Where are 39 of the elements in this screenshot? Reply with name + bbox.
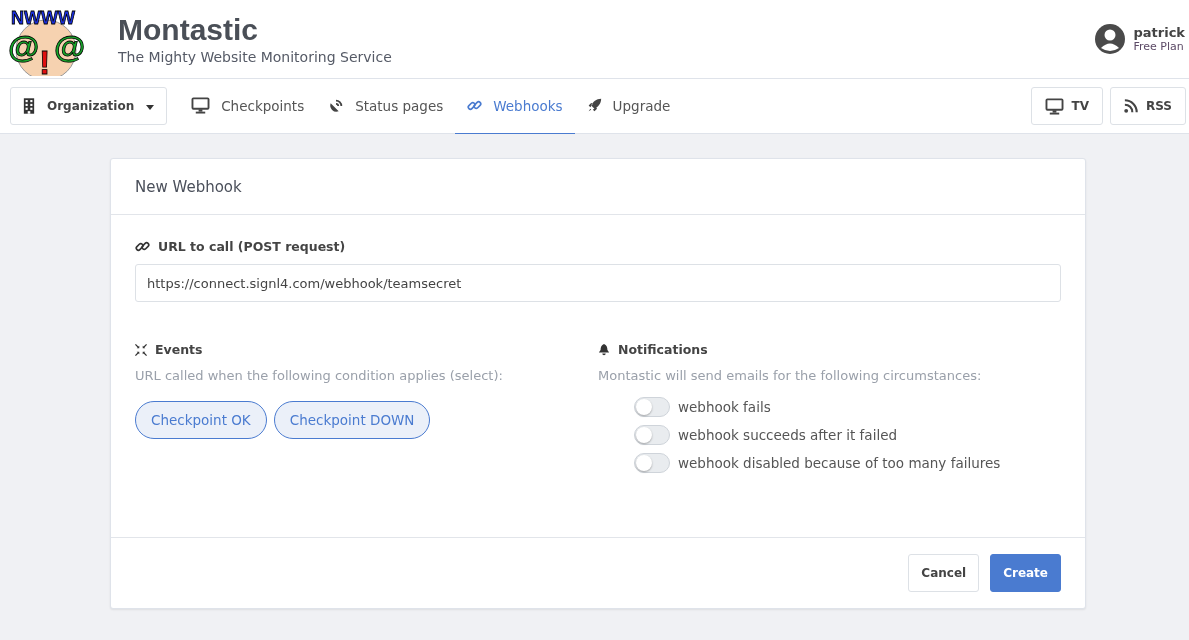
url-input-field[interactable]: https://connect.signl4.com/webhook/teamsecret [135, 264, 1061, 302]
satellite-dish-icon [328, 97, 345, 114]
event-option-button[interactable]: Checkpoint OK [135, 401, 267, 439]
nav-tab[interactable]: Webhooks [455, 87, 575, 134]
app-subtitle: The Mighty Website Monitoring Service [118, 49, 392, 65]
nav-tab[interactable]: Checkpoints [179, 87, 317, 134]
tv-button[interactable]: TV [1030, 87, 1103, 125]
rss-button[interactable]: RSS [1110, 87, 1186, 125]
toggle-switch[interactable] [634, 453, 670, 473]
toggle-switch[interactable] [634, 425, 670, 445]
avatar-icon[interactable] [1095, 24, 1126, 54]
organization-dropdown[interactable]: Organization [10, 87, 168, 125]
toggle-label: webhook succeeds after it failed [678, 427, 897, 443]
create-button[interactable]: Create [990, 554, 1061, 592]
user-name: patrick [1133, 25, 1185, 40]
monitor-icon [191, 97, 211, 114]
section-title: Events [155, 342, 203, 357]
rocket-icon [586, 98, 602, 113]
building-icon [23, 98, 35, 114]
app-title: Montastic [118, 13, 259, 47]
toggle-label: webhook disabled because of too many failures [678, 455, 1001, 471]
field-label: URL to call (POST request) [158, 239, 346, 254]
toggle-label: webhook fails [678, 399, 771, 415]
event-option-button[interactable]: Checkpoint DOWN [273, 401, 431, 439]
plan-label: Free Plan [1133, 40, 1185, 53]
bell-icon [598, 343, 610, 356]
cancel-button[interactable]: Cancel [908, 554, 980, 592]
toggle-switch[interactable] [634, 397, 670, 417]
section-title: Notifications [618, 342, 708, 357]
rss-icon [1124, 99, 1138, 113]
monitor-icon [1044, 97, 1064, 115]
nav-tab[interactable]: Upgrade [574, 87, 683, 134]
compress-arrows-icon [135, 343, 147, 356]
link-icon [467, 98, 483, 113]
card-title: New Webhook [135, 177, 242, 196]
section-hint: Montastic will send emails for the following circumstances: [598, 368, 983, 383]
section-hint: URL called when the following condition applies (select): [135, 368, 504, 383]
link-icon [135, 239, 150, 254]
nav-tab[interactable]: Status pages [316, 87, 456, 134]
